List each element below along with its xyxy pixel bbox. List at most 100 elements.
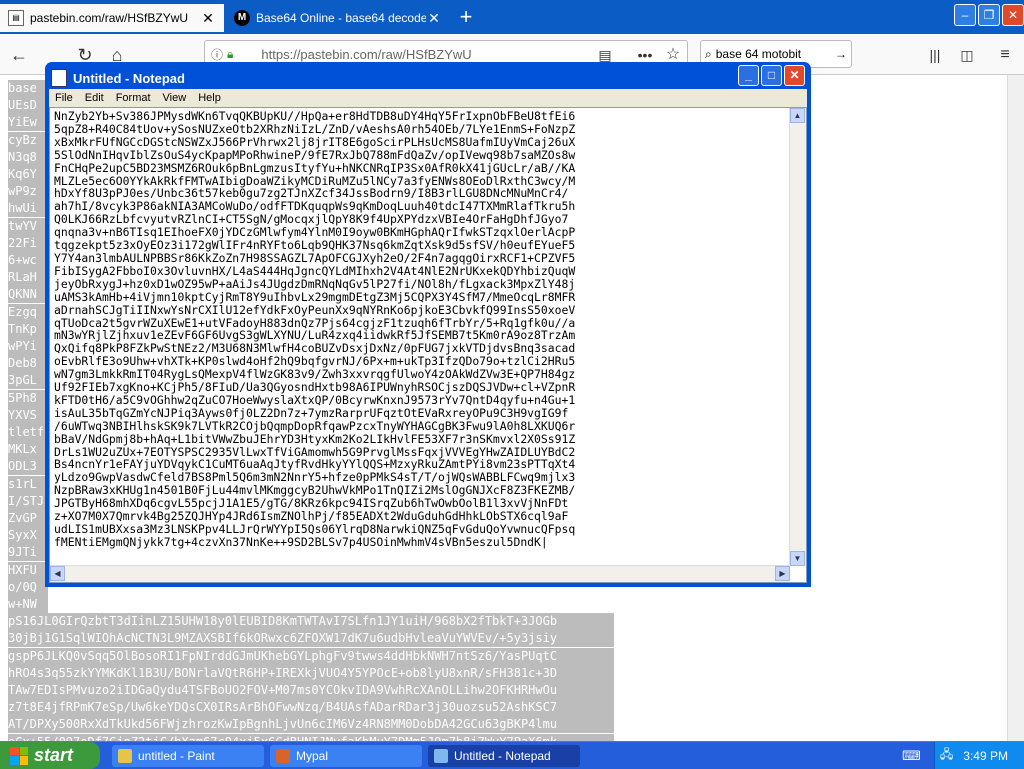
page-text-line: UEsD bbox=[8, 97, 48, 115]
page-text-line: SyxX bbox=[8, 527, 48, 545]
notepad-menu-bar: File Edit Format View Help bbox=[49, 89, 807, 107]
back-icon[interactable]: ← bbox=[6, 42, 32, 68]
pastebin-favicon-icon: ▤ bbox=[8, 10, 24, 26]
page-text-line: YXVS bbox=[8, 406, 48, 424]
page-text-line: N3q8 bbox=[8, 148, 48, 166]
scroll-right-icon[interactable]: ▶ bbox=[775, 566, 790, 581]
clock: 3:49 PM bbox=[963, 748, 1008, 763]
page-text-line: pS16JL0GIrQzbtT3dIinLZ15UHW18y0lEUBID8Km… bbox=[8, 613, 614, 631]
page-text-line: Deb8 bbox=[8, 355, 48, 373]
page-text-line: YiEw bbox=[8, 114, 48, 132]
tab-title: pastebin.com/raw/HSfBZYwU bbox=[30, 11, 189, 25]
page-text-line: 3pGL bbox=[8, 372, 48, 390]
notepad-title: Untitled - Notepad bbox=[73, 70, 185, 86]
taskbar: start untitled - Paint Mypal Untitled - … bbox=[0, 741, 1024, 769]
page-text-line: oGx+55/097oDf7GjnZ2tjC/bXzm67c94xj5x6CdB… bbox=[8, 733, 614, 741]
page-text-line: 5Ph8 bbox=[8, 389, 48, 407]
search-icon: ⌕ bbox=[705, 46, 712, 61]
page-text-line: Kq6Y bbox=[8, 166, 48, 183]
page-text-line: TAw7EDIsPMvuzo2iIDGaQydu4TSFBoUO2FOV+M07… bbox=[8, 682, 614, 699]
notepad-icon bbox=[434, 749, 448, 763]
library-icon[interactable]: ||| bbox=[922, 42, 948, 68]
menu-icon[interactable]: ≡ bbox=[992, 42, 1018, 68]
taskbar-item-notepad[interactable]: Untitled - Notepad bbox=[428, 745, 580, 767]
page-text-line: base bbox=[8, 80, 48, 97]
close-window-icon[interactable]: ✕ bbox=[1002, 4, 1024, 26]
scroll-down-icon[interactable]: ▼ bbox=[790, 551, 805, 566]
page-text-line: TnKp bbox=[8, 320, 48, 338]
page-text-line: hwUi bbox=[8, 200, 48, 218]
page-text-line: s1rL bbox=[8, 475, 48, 493]
taskbar-item-label: Mypal bbox=[296, 749, 329, 763]
notepad-maximize-button[interactable]: □ bbox=[761, 65, 782, 86]
close-tab-icon[interactable]: ✕ bbox=[426, 10, 442, 27]
notepad-window: Untitled - Notepad _ □ ✕ File Edit Forma… bbox=[45, 62, 811, 587]
page-text-line: AT/DPXy500RxXdTkUkd56FWjzhrozKwIpBgnhLjv… bbox=[8, 716, 614, 734]
notepad-text[interactable]: NnZyb2Yb+Sv386JPMysdWKn6TvqQKBUpKU//HpQa… bbox=[54, 110, 786, 558]
lock-icon: 🔒︎ bbox=[227, 46, 234, 61]
start-label: start bbox=[34, 745, 74, 765]
system-tray: 🖧︎ 3:49 PM bbox=[934, 742, 1024, 769]
info-icon[interactable]: ⓘ bbox=[211, 46, 223, 63]
page-text-line: 9JTi bbox=[8, 544, 48, 562]
page-text-line: 30jBj1G1SqlWIOhAcNCTN3L9MZAXSBIf6kORwxc6… bbox=[8, 630, 614, 648]
mypal-icon bbox=[276, 749, 290, 763]
notepad-close-button[interactable]: ✕ bbox=[784, 65, 805, 86]
menu-edit[interactable]: Edit bbox=[79, 92, 110, 104]
notepad-vertical-scrollbar[interactable]: ▲ ▼ bbox=[789, 108, 806, 566]
page-text-line: wPYi bbox=[8, 338, 48, 355]
page-text-line: MKLx bbox=[8, 441, 48, 459]
notepad-title-bar[interactable]: Untitled - Notepad bbox=[51, 66, 805, 90]
url-text: https://pastebin.com/raw/HSfBZYwU bbox=[261, 46, 472, 62]
page-text-line: z7t8E4jfRPmK7eSp/Uw6keYDQsCX0IRsArBhOFww… bbox=[8, 699, 614, 717]
menu-help[interactable]: Help bbox=[192, 92, 227, 104]
menu-view[interactable]: View bbox=[157, 92, 193, 104]
page-text-line: tletf bbox=[8, 424, 48, 441]
close-tab-icon[interactable]: ✕ bbox=[200, 10, 216, 27]
minimize-icon[interactable]: – bbox=[954, 4, 976, 26]
start-button[interactable]: start bbox=[0, 742, 100, 769]
page-text-line: twYV bbox=[8, 217, 48, 235]
taskbar-item-paint[interactable]: untitled - Paint bbox=[112, 745, 264, 767]
page-text-line: cyBz bbox=[8, 131, 48, 149]
menu-format[interactable]: Format bbox=[110, 92, 157, 104]
go-arrow-icon[interactable]: → bbox=[835, 47, 847, 61]
page-text-line: gspP6JLKQ0vSqq5OlBosoRI1FpNIrddGJmUKhebG… bbox=[8, 647, 614, 665]
scroll-left-icon[interactable]: ◀ bbox=[50, 566, 65, 581]
notepad-minimize-button[interactable]: _ bbox=[738, 65, 759, 86]
page-scrollbar[interactable] bbox=[1007, 75, 1024, 741]
page-text-line: Ezgq bbox=[8, 303, 48, 321]
sidebar-icon[interactable]: ◫ bbox=[954, 42, 980, 68]
scroll-up-icon[interactable]: ▲ bbox=[790, 108, 805, 123]
windows-flag-icon bbox=[10, 746, 28, 765]
page-text-line: hRO4s3q55zkYYMKdKl1B3U/BONrlaVQtR6HP+IRE… bbox=[8, 664, 614, 682]
tab-pastebin[interactable]: ▤ pastebin.com/raw/HSfBZYwU ✕ bbox=[0, 4, 224, 32]
menu-file[interactable]: File bbox=[49, 92, 79, 104]
browser-tab-bar: ▤ pastebin.com/raw/HSfBZYwU ✕ M Base64 O… bbox=[0, 0, 1024, 34]
page-text-line: wP9z bbox=[8, 183, 48, 201]
tab-title: Base64 Online - base64 decode a bbox=[256, 11, 426, 25]
page-text-line: I/STJ bbox=[8, 492, 48, 510]
keyboard-icon[interactable]: ⌨ bbox=[902, 748, 921, 764]
tab-base64[interactable]: M Base64 Online - base64 decode a ✕ bbox=[226, 4, 450, 32]
taskbar-item-mypal[interactable]: Mypal bbox=[270, 745, 422, 767]
page-text-line: 6+wc bbox=[8, 252, 48, 269]
page-text-line: 22Fi bbox=[8, 234, 48, 252]
restore-icon[interactable]: ❐ bbox=[978, 4, 1000, 26]
notepad-icon bbox=[51, 69, 67, 87]
notepad-horizontal-scrollbar[interactable]: ◀ ▶ bbox=[50, 565, 790, 582]
taskbar-item-label: untitled - Paint bbox=[138, 749, 215, 763]
page-text-line: QKNN bbox=[8, 286, 48, 304]
taskbar-item-label: Untitled - Notepad bbox=[454, 749, 551, 763]
motobit-favicon-icon: M bbox=[234, 10, 250, 26]
new-tab-icon[interactable]: + bbox=[454, 6, 478, 30]
page-text-line: RLaH bbox=[8, 269, 48, 287]
page-text-line: ODL3 bbox=[8, 458, 48, 476]
page-text-line: HXFU bbox=[8, 561, 48, 579]
search-input[interactable]: base 64 motobit bbox=[716, 47, 835, 61]
notepad-edit-area[interactable]: NnZyb2Yb+Sv386JPMysdWKn6TvqQKBUpKU//HpQa… bbox=[49, 107, 807, 583]
paint-icon bbox=[118, 749, 132, 763]
network-icon[interactable]: 🖧︎ bbox=[940, 745, 953, 766]
page-text-line: o/0Q bbox=[8, 578, 48, 596]
page-text-line: ZvGP bbox=[8, 510, 48, 527]
